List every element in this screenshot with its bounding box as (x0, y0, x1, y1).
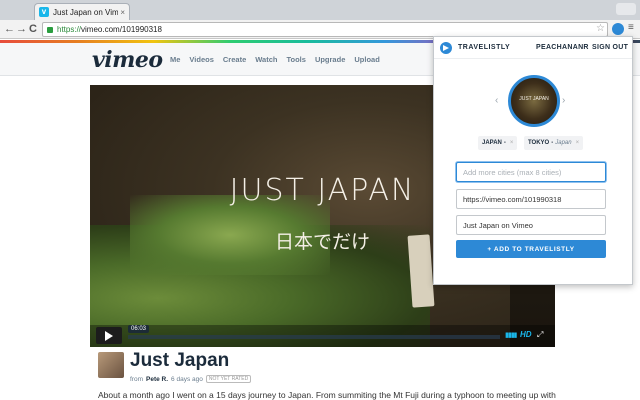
bookmark-star-icon[interactable]: ☆ (596, 23, 605, 34)
video-title: Just Japan (130, 350, 230, 371)
volume-bars-icon[interactable]: ▮▮▮▮ (505, 331, 517, 339)
tab-title: Just Japan on Vimeo (53, 7, 119, 17)
vimeo-logo[interactable]: vimeo (92, 47, 163, 73)
vimeo-favicon-icon: v (39, 7, 49, 17)
chevron-left-icon[interactable]: ‹ (495, 95, 498, 106)
chip-remove-icon[interactable]: × (510, 140, 514, 146)
lock-icon (47, 26, 53, 33)
chevron-right-icon[interactable]: › (562, 95, 565, 106)
address-bar[interactable]: https://vimeo.com/101990318 ☆ (42, 22, 608, 37)
title-field[interactable]: Just Japan on Vimeo (456, 215, 606, 235)
travelistly-popup: TRAVELISTLY PEACHANANR SIGN OUT ‹ JUST J… (433, 36, 633, 285)
popup-header: TRAVELISTLY PEACHANANR SIGN OUT (434, 37, 632, 59)
video-description: About a month ago I went on a 15 days jo… (98, 390, 558, 400)
cities-input-field[interactable] (463, 167, 605, 177)
browser-tab[interactable]: v Just Japan on Vimeo × (34, 3, 130, 20)
author-link[interactable]: Pete R. (146, 376, 168, 383)
byline: from Pete R. 6 days ago NOT YET RATED (130, 375, 252, 383)
popup-brand: TRAVELISTLY (458, 44, 511, 51)
sign-out-button[interactable]: SIGN OUT (592, 44, 628, 51)
nav-item-tools[interactable]: Tools (286, 55, 305, 64)
popup-username[interactable]: PEACHANANR (536, 44, 589, 51)
hd-icon[interactable]: HD (520, 330, 532, 339)
forward-icon[interactable]: → (16, 23, 27, 35)
browser-tab-strip: v Just Japan on Vimeo × (0, 0, 640, 20)
browser-menu-icon[interactable]: ≡ (628, 22, 634, 33)
cities-input[interactable] (456, 162, 606, 182)
thumbnail-preview: JUST JAPAN (508, 75, 560, 127)
nav-item-upgrade[interactable]: Upgrade (315, 55, 345, 64)
chip-remove-icon[interactable]: × (576, 140, 580, 146)
nav-item-create[interactable]: Create (223, 55, 246, 64)
nav-item-upload[interactable]: Upload (354, 55, 379, 64)
timecode: 06:03 (128, 325, 150, 333)
upload-age: 6 days ago (171, 375, 203, 383)
city-chip-japan[interactable]: JAPAN - × (478, 136, 518, 150)
byline-from: from (130, 375, 143, 383)
video-controls: 06:03 ▮▮▮▮ HD ⤢ (90, 325, 555, 347)
reload-icon[interactable]: C (29, 23, 37, 35)
fullscreen-icon[interactable]: ⤢ (537, 330, 543, 340)
nav-item-videos[interactable]: Videos (189, 55, 213, 64)
city-chip-tokyo[interactable]: TOKYO - Japan × (524, 136, 584, 150)
profile-button[interactable] (616, 3, 636, 15)
author-avatar[interactable] (98, 352, 124, 378)
url-text: https://vimeo.com/101990318 (57, 25, 162, 34)
nav-item-watch[interactable]: Watch (255, 55, 277, 64)
travelistly-extension-icon[interactable] (612, 23, 624, 35)
travelistly-logo-icon (440, 42, 452, 54)
play-button[interactable] (96, 327, 122, 344)
add-to-travelistly-button[interactable]: + ADD TO TRAVELISTLY (456, 240, 606, 258)
vimeo-nav: Me Videos Create Watch Tools Upgrade Upl… (170, 55, 380, 64)
progress-bar[interactable] (128, 335, 500, 339)
tab-close-icon[interactable]: × (120, 8, 125, 17)
nav-item-me[interactable]: Me (170, 55, 180, 64)
url-field[interactable]: https://vimeo.com/101990318 (456, 189, 606, 209)
back-icon[interactable]: ← (4, 23, 15, 35)
rating-badge: NOT YET RATED (205, 375, 252, 383)
thumbnail-text: JUST JAPAN (519, 96, 549, 102)
